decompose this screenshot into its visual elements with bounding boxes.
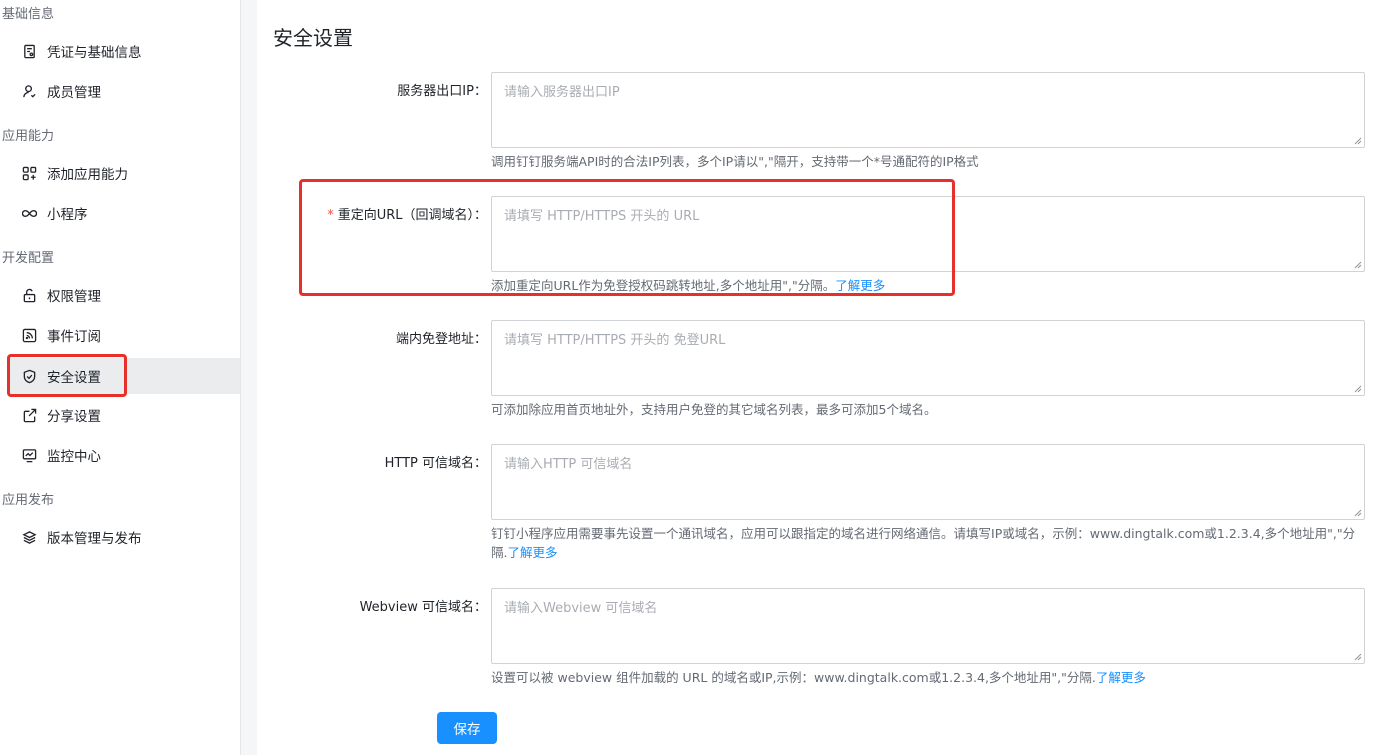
sidebar-item-label: 权限管理 bbox=[47, 289, 101, 305]
sidebar-item-label: 凭证与基础信息 bbox=[47, 45, 142, 61]
save-button[interactable]: 保存 bbox=[437, 712, 497, 744]
form-label: HTTP 可信域名： bbox=[384, 456, 487, 471]
sidebar-group-app-release: 应用发布 bbox=[2, 493, 55, 508]
resize-handle-icon[interactable] bbox=[1354, 653, 1362, 661]
required-mark: * bbox=[327, 208, 334, 223]
sidebar-group-dev-config: 开发配置 bbox=[2, 251, 55, 266]
shield-icon bbox=[21, 368, 37, 384]
resize-handle-icon[interactable] bbox=[1354, 261, 1362, 269]
apps-add-icon bbox=[21, 165, 37, 181]
http-domain-input[interactable]: 请输入HTTP 可信域名 bbox=[491, 444, 1365, 520]
sidebar-item-label: 成员管理 bbox=[47, 85, 101, 101]
form-label: * 重定向URL（回调域名）： bbox=[327, 208, 487, 223]
sidebar: 基础信息 凭证与基础信息 成员管理 应用能力 添加应用能力 小程序 开发配置 权… bbox=[0, 0, 241, 755]
lock-icon bbox=[21, 287, 37, 303]
input-placeholder: 请填写 HTTP/HTTPS 开头的 URL bbox=[504, 209, 700, 224]
help-text: 设置可以被 webview 组件加载的 URL 的域名或IP,示例：www.di… bbox=[491, 670, 1146, 685]
sidebar-item-credentials[interactable]: 凭证与基础信息 bbox=[8, 33, 240, 69]
redirect-url-input[interactable]: 请填写 HTTP/HTTPS 开头的 URL bbox=[491, 196, 1365, 272]
infinity-icon bbox=[21, 205, 37, 221]
sidebar-item-mini-program[interactable]: 小程序 bbox=[8, 195, 240, 231]
sidebar-item-permissions[interactable]: 权限管理 bbox=[8, 277, 240, 313]
sidebar-group-basic-info: 基础信息 bbox=[2, 7, 55, 22]
webview-domain-input[interactable]: 请输入Webview 可信域名 bbox=[491, 588, 1365, 664]
sidebar-item-event-subscription[interactable]: 事件订阅 bbox=[8, 317, 240, 353]
sidebar-item-label: 小程序 bbox=[47, 207, 88, 223]
in-app-login-input[interactable]: 请填写 HTTP/HTTPS 开头的 免登URL bbox=[491, 320, 1365, 396]
page-title: 安全设置 bbox=[273, 26, 353, 50]
sidebar-item-label: 事件订阅 bbox=[47, 329, 101, 345]
sidebar-item-label: 安全设置 bbox=[47, 370, 101, 386]
main-panel: 安全设置 服务器出口IP： 请输入服务器出口IP 调用钉钉服务端API时的合法I… bbox=[257, 0, 1390, 755]
form-label: Webview 可信域名： bbox=[359, 600, 487, 615]
sidebar-item-label: 版本管理与发布 bbox=[47, 531, 142, 547]
resize-handle-icon[interactable] bbox=[1354, 385, 1362, 393]
layers-icon bbox=[21, 529, 37, 545]
sidebar-item-monitoring[interactable]: 监控中心 bbox=[8, 437, 240, 473]
input-placeholder: 请填写 HTTP/HTTPS 开头的 免登URL bbox=[504, 333, 726, 348]
rss-icon bbox=[21, 327, 37, 343]
learn-more-link[interactable]: 了解更多 bbox=[507, 545, 557, 560]
sidebar-item-share-settings[interactable]: 分享设置 bbox=[8, 397, 240, 433]
sidebar-group-app-capability: 应用能力 bbox=[2, 129, 55, 144]
input-placeholder: 请输入Webview 可信域名 bbox=[504, 601, 658, 616]
sidebar-item-security[interactable]: 安全设置 bbox=[8, 358, 240, 394]
help-text: 添加重定向URL作为免登授权码跳转地址,多个地址用","分隔。了解更多 bbox=[491, 278, 886, 293]
sidebar-item-members[interactable]: 成员管理 bbox=[8, 73, 240, 109]
help-text: 钉钉小程序应用需要事先设置一个通讯域名，应用可以跟指定的域名进行网络通信。请填写… bbox=[491, 526, 1356, 560]
input-placeholder: 请输入HTTP 可信域名 bbox=[504, 457, 633, 472]
input-placeholder: 请输入服务器出口IP bbox=[504, 85, 620, 100]
server-ip-input[interactable]: 请输入服务器出口IP bbox=[491, 72, 1365, 148]
monitor-icon bbox=[21, 447, 37, 463]
sidebar-item-label: 分享设置 bbox=[47, 409, 101, 425]
user-icon bbox=[21, 83, 37, 99]
learn-more-link[interactable]: 了解更多 bbox=[1096, 670, 1146, 685]
sidebar-item-add-capability[interactable]: 添加应用能力 bbox=[8, 155, 240, 191]
help-text: 调用钉钉服务端API时的合法IP列表，多个IP请以","隔开，支持带一个*号通配… bbox=[491, 154, 979, 169]
credential-icon bbox=[21, 43, 37, 59]
learn-more-link[interactable]: 了解更多 bbox=[835, 278, 885, 293]
resize-handle-icon[interactable] bbox=[1354, 509, 1362, 517]
form-label: 端内免登地址： bbox=[395, 332, 487, 347]
resize-handle-icon[interactable] bbox=[1354, 137, 1362, 145]
share-icon bbox=[21, 407, 37, 423]
sidebar-item-label: 添加应用能力 bbox=[47, 167, 128, 183]
sidebar-item-label: 监控中心 bbox=[47, 449, 101, 465]
sidebar-item-version-release[interactable]: 版本管理与发布 bbox=[8, 519, 240, 555]
help-text: 可添加除应用首页地址外，支持用户免登的其它域名列表，最多可添加5个域名。 bbox=[491, 402, 937, 417]
form-label: 服务器出口IP： bbox=[397, 84, 487, 99]
